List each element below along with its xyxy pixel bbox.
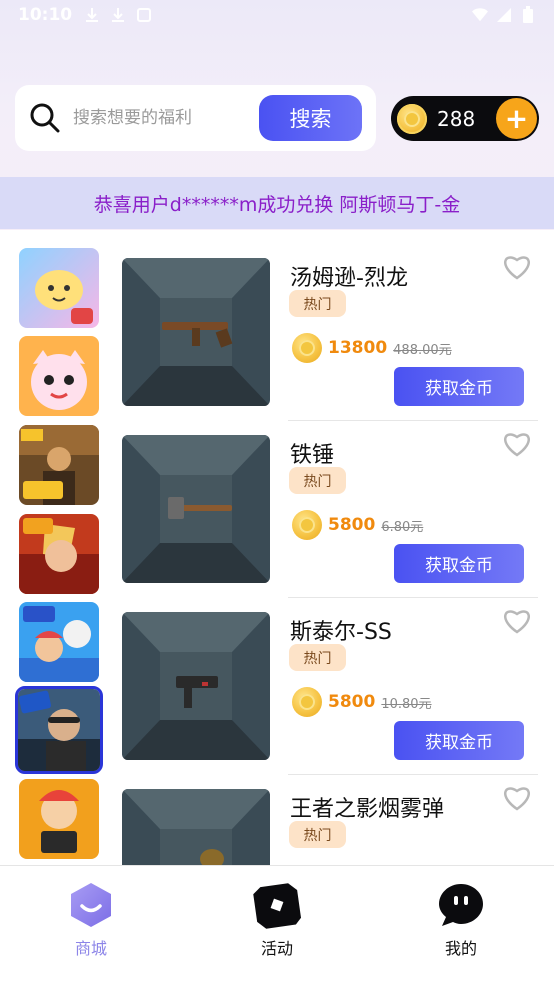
sidebar-game-3[interactable] [19, 425, 99, 505]
coin-count: 288 [437, 106, 476, 131]
coin-icon [292, 333, 322, 363]
price-row: 13800 488.00元 [292, 333, 452, 363]
signal-icon [496, 7, 512, 23]
product-name: 王者之影烟雾弹 [290, 797, 445, 822]
exchange-notice-text: 恭喜用户d******m成功兑换 阿斯顿马丁-金 [93, 193, 461, 216]
add-coins-button[interactable]: + [496, 98, 537, 139]
sidebar-game-2[interactable] [19, 336, 99, 416]
wifi-icon [472, 7, 488, 23]
sidebar-game-4[interactable] [19, 514, 99, 594]
chat-face-icon [437, 881, 485, 929]
search-bar: 搜索 [15, 85, 376, 151]
nav-label: 活动 [260, 939, 293, 958]
get-coins-button[interactable]: 获取金币 [394, 544, 524, 583]
original-price: 488.00元 [393, 342, 452, 358]
coin-icon [292, 687, 322, 717]
sidebar-game-6[interactable] [15, 686, 103, 774]
nav-item-activity[interactable]: 活动 [227, 881, 327, 959]
download-icon [84, 7, 100, 23]
product-card[interactable]: 汤姆逊-烈龙 热门 13800 488.00元 获取金币 [118, 230, 538, 421]
product-name: 汤姆逊-烈龙 [290, 266, 408, 291]
sidebar-game-5[interactable] [19, 602, 99, 682]
product-image [122, 789, 270, 865]
search-icon [29, 102, 61, 134]
game-sidebar [0, 230, 118, 865]
coin-icon [397, 103, 427, 134]
hot-badge: 热门 [289, 821, 346, 848]
product-image [122, 612, 270, 760]
heart-icon[interactable] [502, 429, 532, 457]
coin-price: 5800 [328, 515, 376, 535]
status-bar: 10:10 [0, 0, 554, 30]
price-row: 5800 6.80元 [292, 510, 423, 540]
heart-icon[interactable] [502, 252, 532, 280]
product-card[interactable]: 王者之影烟雾弹 热门 [118, 761, 538, 865]
sidebar-game-7[interactable] [19, 779, 99, 859]
heart-icon[interactable] [502, 606, 532, 634]
product-list: 汤姆逊-烈龙 热门 13800 488.00元 获取金币 铁锤 热门 5800 … [118, 230, 554, 865]
coin-price: 5800 [328, 692, 376, 712]
coin-icon [292, 510, 322, 540]
nav-item-mine[interactable]: 我的 [411, 881, 511, 959]
product-name: 斯泰尔-SS [290, 620, 392, 645]
nav-label: 我的 [444, 939, 477, 958]
nav-item-shop[interactable]: 商城 [41, 881, 141, 959]
product-name: 铁锤 [290, 443, 335, 468]
original-price: 6.80元 [381, 519, 424, 535]
get-coins-button[interactable]: 获取金币 [394, 721, 524, 760]
download-icon [110, 7, 126, 23]
coin-price: 13800 [328, 338, 388, 358]
nav-label: 商城 [74, 939, 107, 958]
app-notification-icon [136, 7, 152, 23]
original-price: 10.80元 [381, 696, 432, 712]
product-image [122, 435, 270, 583]
smile-shop-icon [67, 881, 115, 929]
bottom-nav: 商城 活动 我的 [0, 865, 554, 984]
hot-badge: 热门 [289, 467, 346, 494]
search-button[interactable]: 搜索 [259, 95, 362, 141]
heart-icon[interactable] [502, 783, 532, 811]
hot-badge: 热门 [289, 290, 346, 317]
coin-balance: 288 + [391, 96, 539, 141]
battery-icon [520, 6, 536, 23]
product-card[interactable]: 铁锤 热门 5800 6.80元 获取金币 [118, 407, 538, 598]
product-image [122, 258, 270, 406]
exchange-notice: 恭喜用户d******m成功兑换 阿斯顿马丁-金 [0, 177, 554, 229]
activity-icon [253, 881, 302, 929]
sidebar-game-1[interactable] [19, 248, 99, 328]
hot-badge: 热门 [289, 644, 346, 671]
status-time: 10:10 [18, 5, 73, 25]
price-row: 5800 10.80元 [292, 687, 432, 717]
product-card[interactable]: 斯泰尔-SS 热门 5800 10.80元 获取金币 [118, 584, 538, 775]
get-coins-button[interactable]: 获取金币 [394, 367, 524, 406]
